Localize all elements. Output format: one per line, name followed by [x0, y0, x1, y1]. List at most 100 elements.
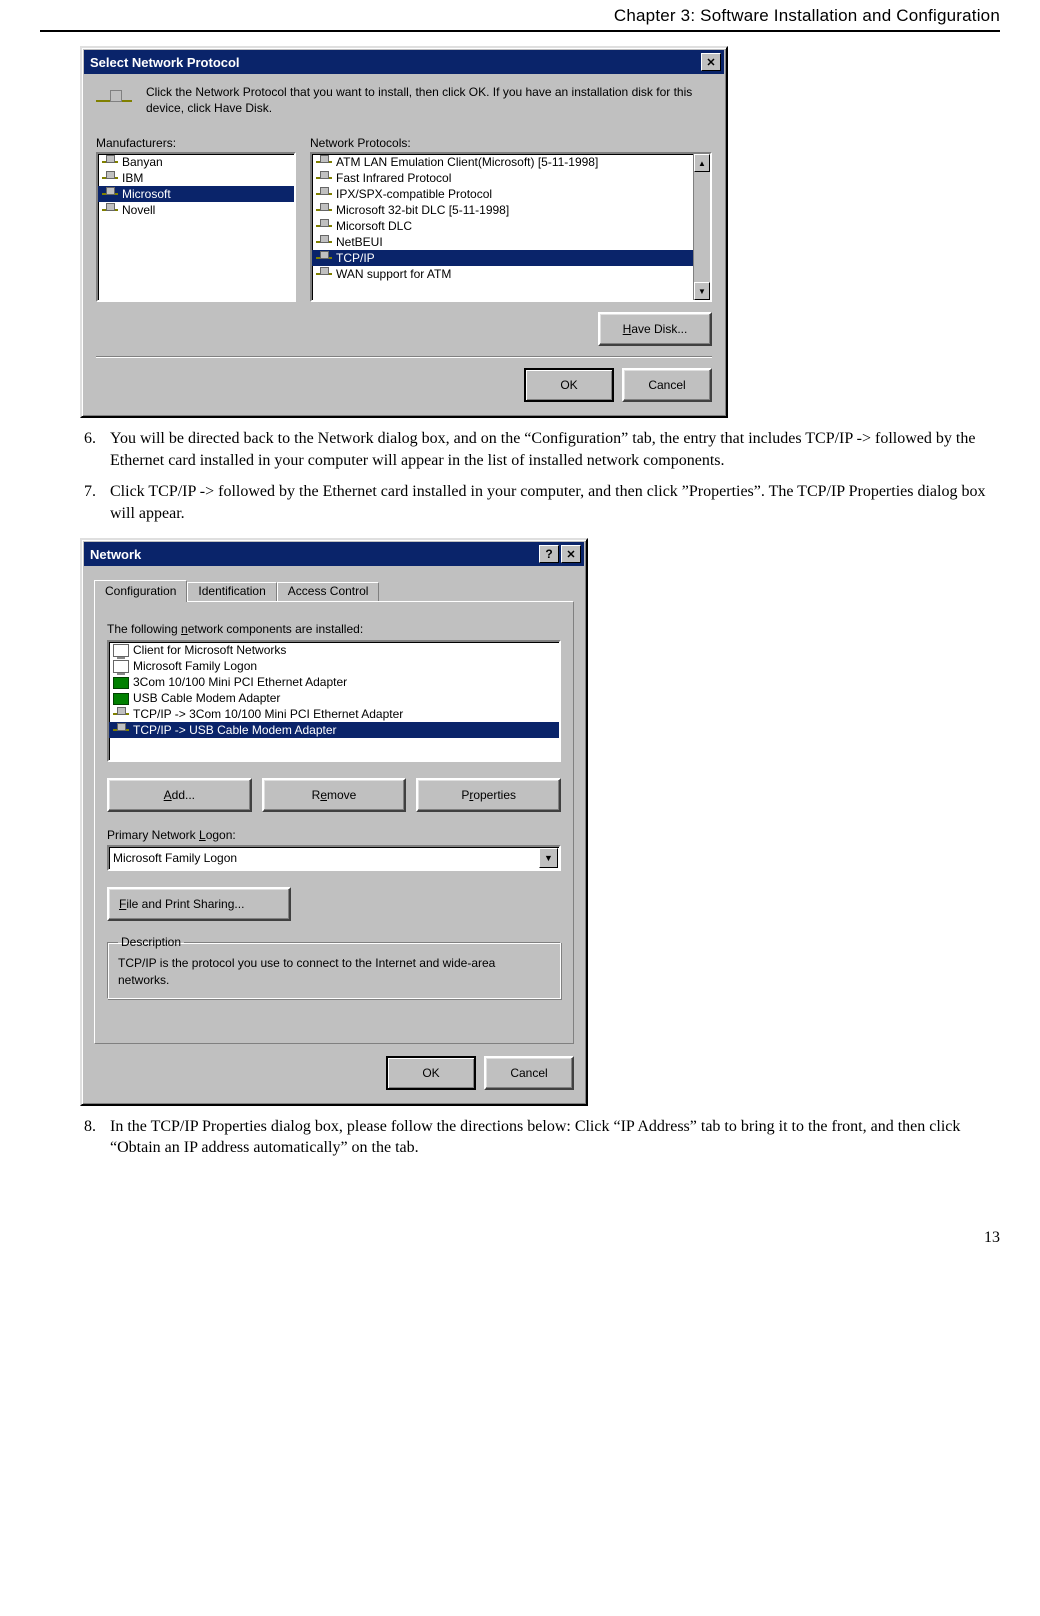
tab-identification[interactable]: Identification	[187, 582, 276, 601]
step-8: In the TCP/IP Properties dialog box, ple…	[100, 1116, 1000, 1159]
list-item[interactable]: Client for Microsoft Networks	[109, 642, 559, 658]
description-group: Description TCP/IP is the protocol you u…	[107, 935, 561, 998]
have-disk-button[interactable]: Have Disk...	[598, 312, 712, 346]
list-item-label: TCP/IP -> USB Cable Modem Adapter	[133, 723, 337, 737]
list-item-label: Fast Infrared Protocol	[336, 171, 451, 185]
protocol-icon	[113, 707, 129, 721]
list-item[interactable]: TCP/IP	[312, 250, 693, 266]
list-item-label: TCP/IP -> 3Com 10/100 Mini PCI Ethernet …	[133, 707, 403, 721]
components-listbox[interactable]: Client for Microsoft Networks Microsoft F…	[107, 640, 561, 762]
protocol-icon	[316, 171, 332, 185]
dialog1-instruction: Click the Network Protocol that you want…	[146, 84, 712, 116]
list-item-label: WAN support for ATM	[336, 267, 451, 281]
manufacturers-listbox[interactable]: Banyan IBM Microsoft Novell	[96, 152, 296, 302]
list-item[interactable]: IPX/SPX-compatible Protocol	[312, 186, 693, 202]
cancel-button[interactable]: Cancel	[484, 1056, 574, 1090]
tab-configuration[interactable]: Configuration	[94, 580, 187, 602]
protocols-listbox[interactable]: ATM LAN Emulation Client(Microsoft) [5-1…	[310, 152, 712, 302]
page-number: 13	[40, 1169, 1000, 1247]
manufacturers-label: Manufacturers:	[96, 136, 296, 150]
nic-icon	[113, 677, 129, 689]
remove-button[interactable]: Remove	[262, 778, 407, 812]
list-item-label: Microsoft 32-bit DLC [5-11-1998]	[336, 203, 509, 217]
list-item-label: IBM	[122, 171, 143, 185]
list-item[interactable]: IBM	[98, 170, 294, 186]
list-item[interactable]: Fast Infrared Protocol	[312, 170, 693, 186]
list-item-label: 3Com 10/100 Mini PCI Ethernet Adapter	[133, 675, 347, 689]
protocol-icon	[102, 155, 118, 169]
list-item[interactable]: 3Com 10/100 Mini PCI Ethernet Adapter	[109, 674, 559, 690]
list-item[interactable]: ATM LAN Emulation Client(Microsoft) [5-1…	[312, 154, 693, 170]
scroll-down-icon[interactable]: ▼	[694, 282, 710, 300]
network-dialog: Network ? ✕ Configuration Identification…	[80, 538, 588, 1105]
select-protocol-dialog: Select Network Protocol ✕ Click the Netw…	[80, 46, 728, 418]
list-item-label: Microsoft	[122, 187, 171, 201]
ok-button[interactable]: OK	[524, 368, 614, 402]
add-button[interactable]: Add...	[107, 778, 252, 812]
list-item-label: IPX/SPX-compatible Protocol	[336, 187, 492, 201]
protocol-icon	[316, 235, 332, 249]
list-item[interactable]: Microsoft 32-bit DLC [5-11-1998]	[312, 202, 693, 218]
list-item-label: Microsoft Family Logon	[133, 659, 257, 673]
protocols-label: Network Protocols:	[310, 136, 712, 150]
list-item[interactable]: USB Cable Modem Adapter	[109, 690, 559, 706]
list-item-label: Banyan	[122, 155, 163, 169]
primary-logon-value: Microsoft Family Logon	[113, 851, 237, 865]
tabbar: Configuration Identification Access Cont…	[94, 580, 574, 601]
protocol-icon	[102, 187, 118, 201]
protocol-icon	[316, 219, 332, 233]
list-item[interactable]: WAN support for ATM	[312, 266, 693, 282]
protocol-icon	[96, 90, 132, 118]
description-text: TCP/IP is the protocol you use to connec…	[118, 955, 550, 987]
protocol-icon	[316, 203, 332, 217]
list-item-label: ATM LAN Emulation Client(Microsoft) [5-1…	[336, 155, 598, 169]
primary-logon-dropdown[interactable]: Microsoft Family Logon ▼	[107, 845, 561, 871]
components-label: The following network components are ins…	[107, 622, 561, 636]
list-item[interactable]: Microsoft	[98, 186, 294, 202]
close-icon[interactable]: ✕	[561, 545, 581, 563]
list-item-label: USB Cable Modem Adapter	[133, 691, 280, 705]
protocol-icon	[102, 203, 118, 217]
step-7: Click TCP/IP -> followed by the Ethernet…	[100, 481, 1000, 524]
dialog1-title: Select Network Protocol	[90, 55, 240, 70]
monitor-icon	[113, 644, 129, 657]
nic-icon	[113, 693, 129, 705]
scrollbar[interactable]: ▲ ▼	[693, 154, 710, 300]
scroll-up-icon[interactable]: ▲	[694, 154, 710, 172]
list-item-label: NetBEUI	[336, 235, 383, 249]
properties-button[interactable]: Properties	[416, 778, 561, 812]
list-item-label: Novell	[122, 203, 155, 217]
list-item[interactable]: Banyan	[98, 154, 294, 170]
list-item[interactable]: NetBEUI	[312, 234, 693, 250]
tab-access-control[interactable]: Access Control	[277, 582, 380, 601]
protocol-icon	[102, 171, 118, 185]
list-item[interactable]: Micorsoft DLC	[312, 218, 693, 234]
close-icon[interactable]: ✕	[701, 53, 721, 71]
dialog2-title: Network	[90, 547, 141, 562]
primary-logon-label: Primary Network Logon:	[107, 828, 561, 842]
list-item-label: Micorsoft DLC	[336, 219, 412, 233]
list-item-label: Client for Microsoft Networks	[133, 643, 286, 657]
protocol-icon	[316, 155, 332, 169]
chapter-title: Chapter 3: Software Installation and Con…	[40, 0, 1000, 32]
protocol-icon	[316, 251, 332, 265]
description-legend: Description	[118, 935, 184, 949]
protocol-icon	[316, 187, 332, 201]
step-6: You will be directed back to the Network…	[100, 428, 1000, 471]
cancel-button[interactable]: Cancel	[622, 368, 712, 402]
list-item[interactable]: Microsoft Family Logon	[109, 658, 559, 674]
protocol-icon	[113, 723, 129, 737]
file-print-sharing-button[interactable]: File and Print Sharing...	[107, 887, 291, 921]
ok-button[interactable]: OK	[386, 1056, 476, 1090]
dialog1-titlebar[interactable]: Select Network Protocol ✕	[84, 50, 724, 74]
list-item[interactable]: TCP/IP -> USB Cable Modem Adapter	[109, 722, 559, 738]
dialog2-titlebar[interactable]: Network ? ✕	[84, 542, 584, 566]
tab-panel-configuration: The following network components are ins…	[94, 601, 574, 1043]
help-icon[interactable]: ?	[539, 545, 559, 563]
protocol-icon	[316, 267, 332, 281]
chevron-down-icon[interactable]: ▼	[539, 848, 558, 868]
list-item[interactable]: TCP/IP -> 3Com 10/100 Mini PCI Ethernet …	[109, 706, 559, 722]
list-item-label: TCP/IP	[336, 251, 375, 265]
monitor-icon	[113, 660, 129, 673]
list-item[interactable]: Novell	[98, 202, 294, 218]
